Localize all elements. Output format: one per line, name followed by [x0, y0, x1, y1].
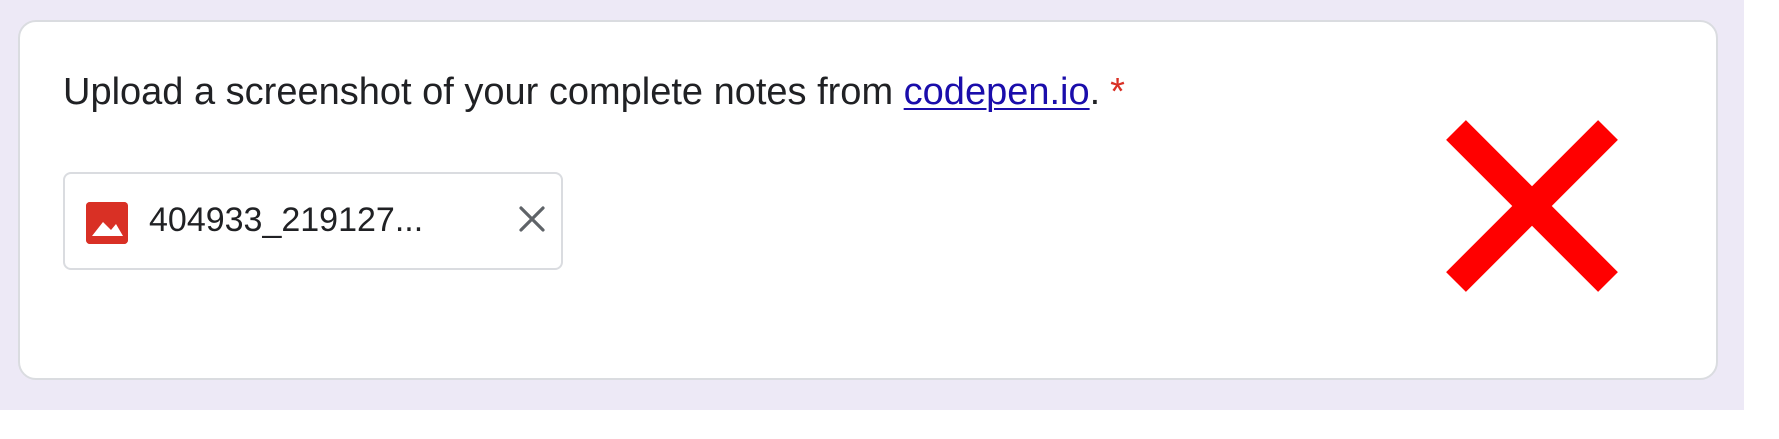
- uploaded-file-chip[interactable]: 404933_219127...: [63, 172, 563, 270]
- codepen-link[interactable]: codepen.io: [904, 71, 1090, 113]
- question-title: Upload a screenshot of your complete not…: [63, 66, 1125, 118]
- question-text: Upload a screenshot of your complete not…: [63, 71, 904, 113]
- image-file-icon: [86, 202, 128, 244]
- question-period: .: [1089, 71, 1101, 113]
- uploaded-file-name: 404933_219127...: [149, 201, 424, 239]
- red-x-mark: [1442, 120, 1622, 292]
- close-icon: [519, 206, 545, 232]
- required-asterisk: *: [1110, 71, 1125, 113]
- remove-file-button[interactable]: [513, 200, 551, 238]
- red-x-mark-icon: [1446, 120, 1618, 292]
